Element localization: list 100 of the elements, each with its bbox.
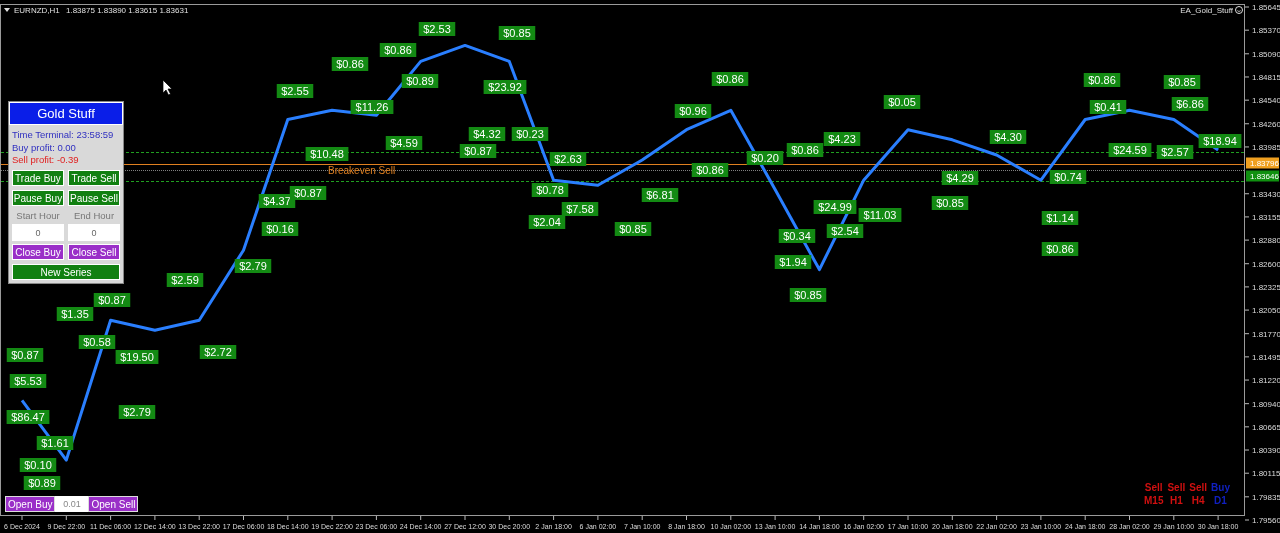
profit-label: $18.94	[1198, 134, 1242, 148]
profit-label: $0.16	[261, 222, 299, 236]
axis-label: 1.83430	[1252, 189, 1280, 199]
hour-field[interactable]: 0	[12, 224, 64, 241]
profit-label: $0.87	[6, 348, 44, 362]
profit-label: $4.29	[941, 171, 979, 185]
profit-label: $2.54	[826, 224, 864, 238]
axis-label: 1.82600	[1252, 259, 1280, 269]
profit-label: $0.58	[78, 335, 116, 349]
profit-label: $10.48	[305, 147, 349, 161]
profit-label: $0.85	[789, 288, 827, 302]
hour-label: Start Hour	[16, 210, 60, 221]
profit-label: $2.57	[1156, 145, 1194, 159]
breakeven-label: Breakeven Sell	[328, 165, 396, 176]
profit-label: $0.85	[614, 222, 652, 236]
profit-label: $0.86	[331, 57, 369, 71]
cursor-icon	[162, 79, 173, 96]
axis-label: 1.83985	[1252, 142, 1280, 152]
axis-label: 1.79835	[1252, 492, 1280, 502]
axis-label: 1.80390	[1252, 446, 1280, 456]
profit-label: $0.87	[459, 144, 497, 158]
axis-label: 1.81495	[1252, 352, 1280, 362]
close-button[interactable]: Close Buy	[12, 244, 64, 260]
smiley-icon	[1235, 6, 1243, 14]
signal-text: Sell	[1167, 482, 1186, 494]
price-tag: 1.83646	[1246, 170, 1279, 182]
profit-label: $0.85	[498, 26, 536, 40]
profit-label: $1.61	[36, 436, 74, 450]
panel-button[interactable]: Trade Buy	[12, 170, 64, 186]
profit-label: $19.50	[115, 350, 159, 364]
profit-label: $24.99	[813, 200, 857, 214]
signal-text: Sell	[1144, 482, 1163, 494]
axis-label: 1.80665	[1252, 422, 1280, 432]
profit-label: $6.86	[1171, 97, 1209, 111]
close-button[interactable]: Close Sell	[68, 244, 120, 260]
profit-label: $0.85	[1163, 75, 1201, 89]
axis-label: 1.84260	[1252, 119, 1280, 129]
profit-label: $4.32	[468, 127, 506, 141]
profit-label: $0.89	[401, 74, 439, 88]
axis-label: 1.85370	[1252, 26, 1280, 36]
profit-label: $5.53	[9, 374, 47, 388]
panel-button[interactable]: Pause Buy	[12, 190, 64, 206]
chart-symbol: EURNZD,H1	[14, 6, 60, 15]
profit-label: $0.87	[289, 186, 327, 200]
profit-label: $0.05	[883, 95, 921, 109]
axis-label: 1.85645	[1252, 3, 1280, 12]
profit-label: $2.59	[166, 273, 204, 287]
lot-field[interactable]: 0.01	[55, 496, 89, 512]
new-series-button[interactable]: New Series	[12, 264, 120, 280]
profit-label: $7.58	[561, 202, 599, 216]
profit-label: $0.34	[778, 229, 816, 243]
axis-label: 1.80115	[1252, 469, 1280, 479]
profit-label: $23.92	[483, 80, 527, 94]
profit-label: $4.30	[989, 130, 1027, 144]
axis-label: 1.82880	[1252, 236, 1280, 246]
panel-button[interactable]: Pause Sell	[68, 190, 120, 206]
profit-label: $0.10	[19, 458, 57, 472]
timeframe-label: H4	[1191, 495, 1205, 507]
terminal-time: Time Terminal: 23:58:59	[11, 128, 115, 142]
profit-label: $24.59	[1108, 143, 1152, 157]
profit-label: $1.14	[1041, 211, 1079, 225]
profit-label: $0.86	[1083, 73, 1121, 87]
panel-button[interactable]: Trade Sell	[68, 170, 120, 186]
signal-text: Buy	[1211, 482, 1230, 494]
profit-label: $0.96	[674, 104, 712, 118]
expert-name: EA_Gold_Stuff	[1180, 6, 1233, 15]
hour-field[interactable]: 0	[68, 224, 120, 241]
timeframe-label: M15	[1144, 495, 1164, 507]
profit-label: $0.86	[1041, 242, 1079, 256]
axis-label: 1.84540	[1252, 96, 1280, 106]
profit-label: $11.26	[350, 100, 394, 114]
profit-label: $2.53	[418, 22, 456, 36]
axis-label: 1.82050	[1252, 306, 1280, 316]
timeframe-label: H1	[1169, 495, 1183, 507]
axis-label: 1.81220	[1252, 376, 1280, 386]
axis-label: 1.79560	[1252, 516, 1280, 525]
profit-label: $0.74	[1049, 170, 1087, 184]
profit-label: $2.55	[276, 84, 314, 98]
profit-label: $0.23	[511, 127, 549, 141]
sell-profit: Sell profit: -0.39	[11, 153, 80, 167]
axis-label: 1.82325	[1252, 282, 1280, 292]
open-sell-button[interactable]: Open Sell	[88, 496, 139, 512]
profit-label: $0.86	[786, 143, 824, 157]
profit-label: $4.59	[385, 136, 423, 150]
price-tag: 1.83796	[1246, 157, 1279, 169]
dropdown-icon[interactable]	[4, 8, 10, 12]
profit-label: $0.86	[379, 43, 417, 57]
profit-label: $0.86	[691, 163, 729, 177]
profit-label: $0.86	[711, 72, 749, 86]
buy-profit: Buy profit: 0.00	[11, 142, 77, 153]
profit-label: $2.79	[118, 405, 156, 419]
axis-label: 1.83155	[1252, 212, 1280, 222]
profit-label: $1.35	[56, 307, 94, 321]
open-buy-button[interactable]: Open Buy	[5, 496, 56, 512]
profit-label: $86.47	[6, 410, 50, 424]
timeframe-label: D1	[1214, 495, 1227, 507]
panel-title: Gold Stuff	[9, 102, 123, 125]
profit-label: $0.85	[931, 196, 969, 210]
axis-label: 1.80940	[1252, 399, 1280, 409]
profit-label: $0.41	[1089, 100, 1127, 114]
